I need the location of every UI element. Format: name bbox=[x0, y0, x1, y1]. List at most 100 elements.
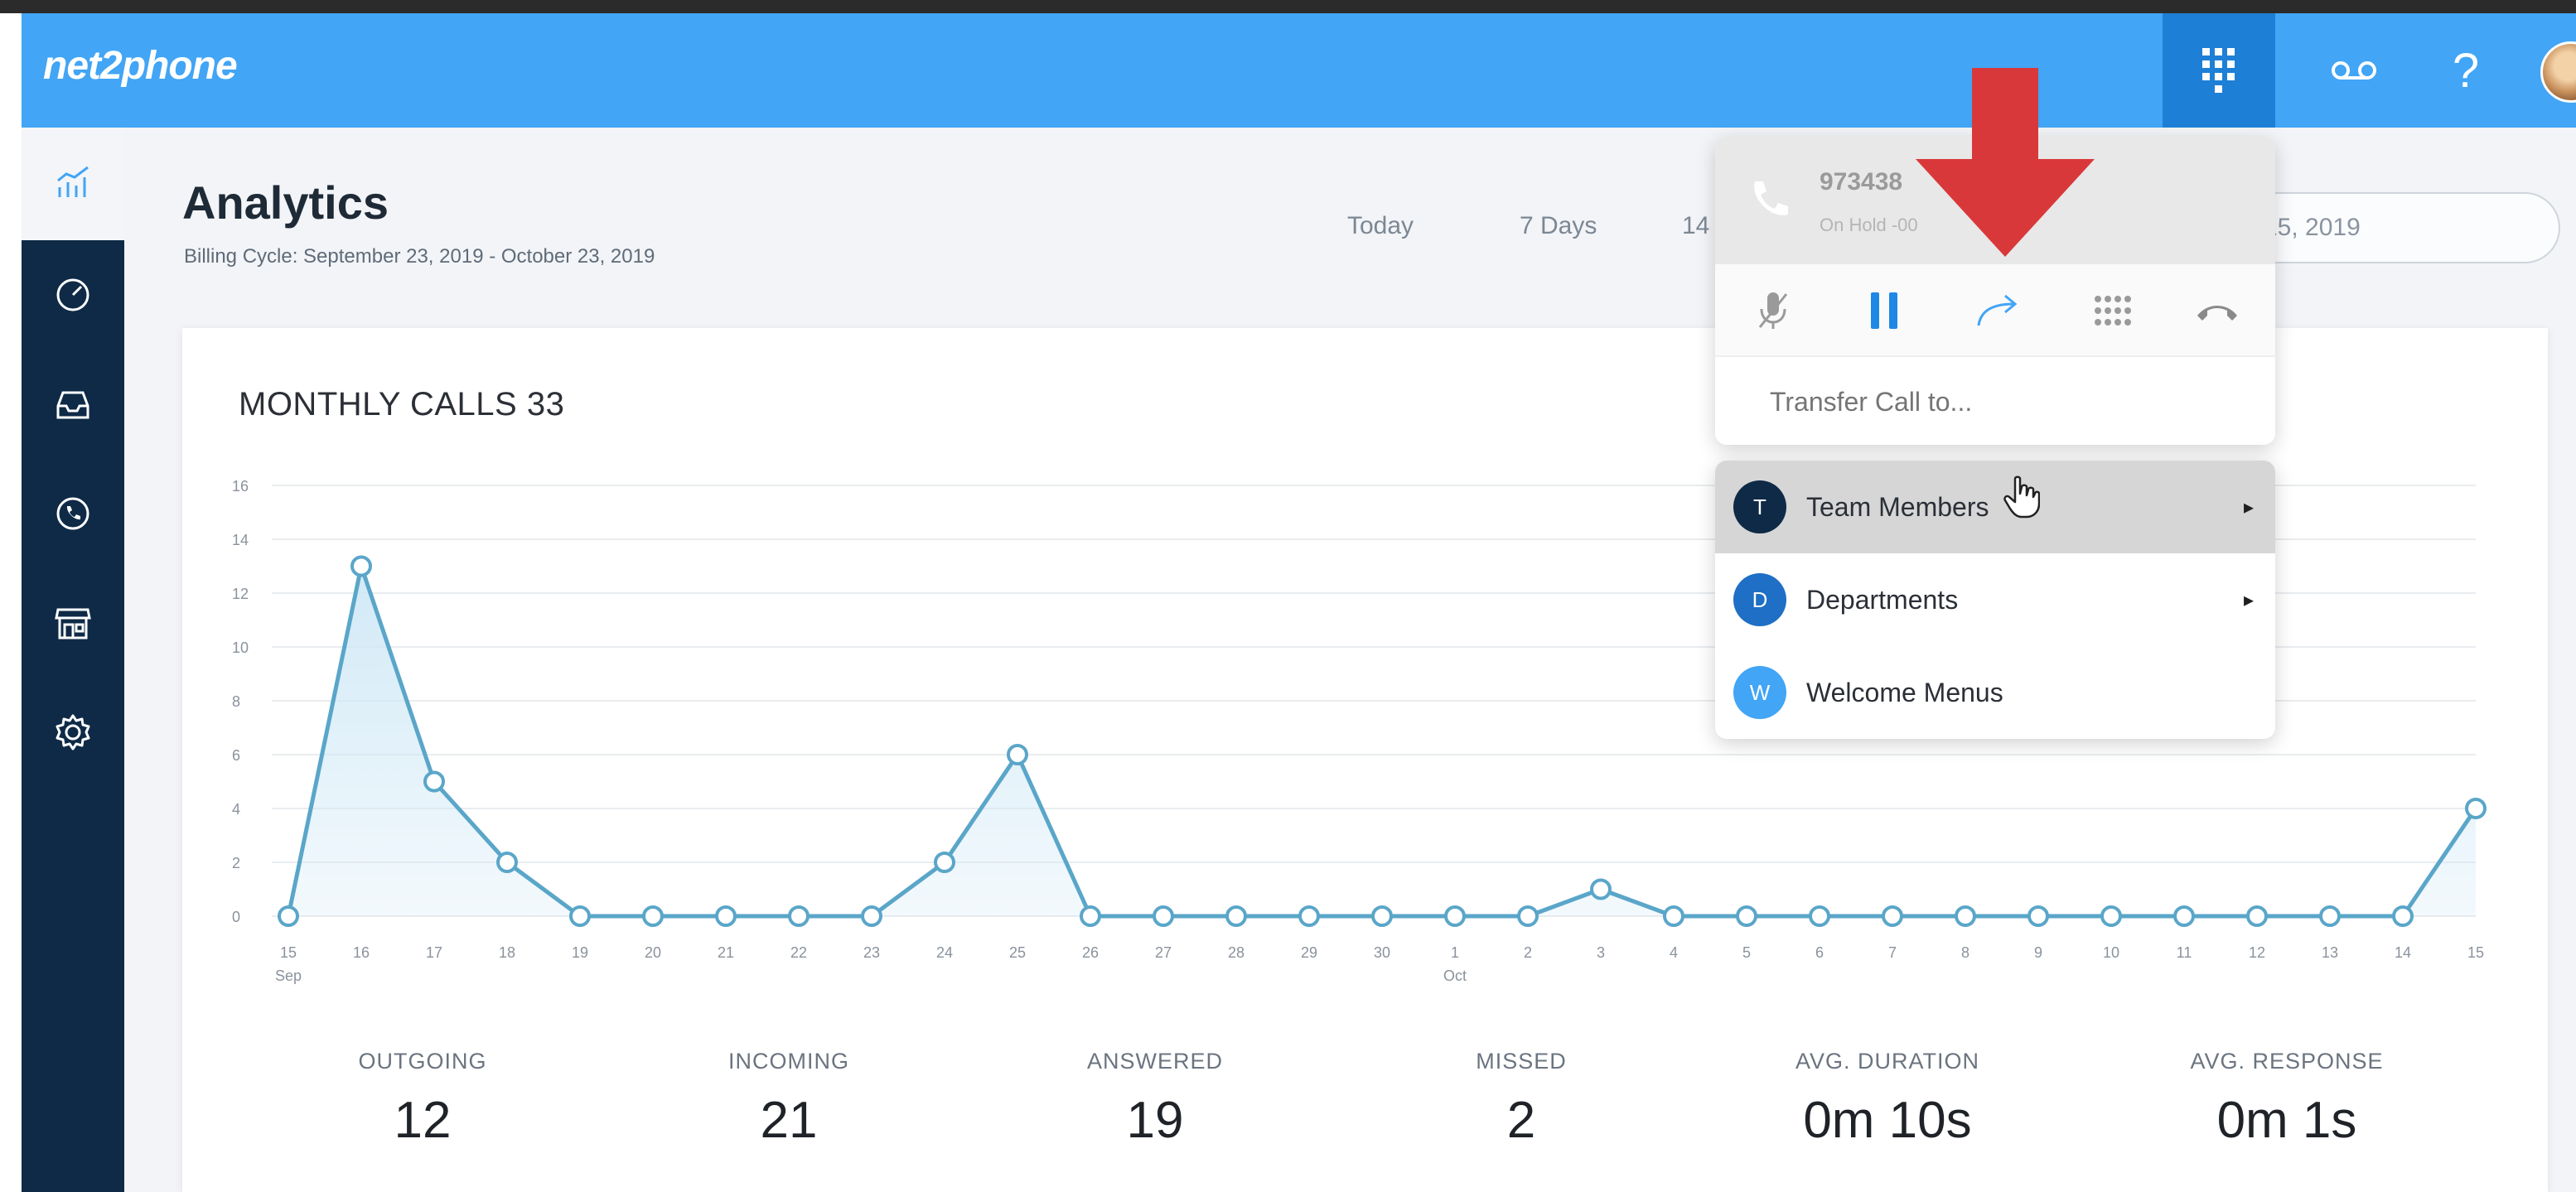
analytics-icon bbox=[57, 166, 89, 197]
menu-item-label: Departments bbox=[1806, 584, 1959, 615]
data-point bbox=[2392, 905, 2414, 927]
data-point bbox=[2100, 905, 2122, 927]
sidebar-item-inbox[interactable] bbox=[22, 350, 124, 459]
range-tab-7-days[interactable]: 7 Days bbox=[1520, 212, 1597, 240]
menu-item-departments[interactable]: D Departments ▸ bbox=[1715, 553, 2275, 646]
data-point bbox=[2027, 905, 2049, 927]
voicemail-button[interactable] bbox=[2308, 13, 2400, 128]
transfer-call-input[interactable] bbox=[1715, 359, 2275, 445]
x-tick-label: 2 bbox=[1524, 944, 1532, 961]
stat-answered: ANSWERED 19 bbox=[981, 1049, 1329, 1150]
x-tick-label: 8 bbox=[1961, 944, 1969, 961]
menu-item-label: Welcome Menus bbox=[1806, 677, 2003, 707]
range-tab-today[interactable]: Today bbox=[1347, 212, 1414, 240]
stat-label: ANSWERED bbox=[1086, 1049, 1223, 1074]
hold-button[interactable] bbox=[1834, 264, 1934, 357]
data-point bbox=[423, 770, 445, 793]
menu-item-team-members[interactable]: T Team Members ▸ bbox=[1715, 461, 2275, 553]
x-tick-label: 18 bbox=[499, 944, 515, 961]
data-point bbox=[496, 852, 518, 873]
x-tick-label: 24 bbox=[936, 944, 953, 961]
sidebar-item-analytics[interactable] bbox=[22, 128, 124, 240]
stat-value: 21 bbox=[760, 1092, 818, 1149]
phone-handset-icon bbox=[1754, 181, 1788, 215]
x-month-label: Sep bbox=[275, 968, 302, 984]
monthly-calls-card: MONTHLY CALLS 33 0 2 4 6 8 10 12 14 16 15 16 17 18 19… bbox=[182, 328, 2548, 1192]
x-tick-label: 15 bbox=[2467, 944, 2484, 961]
app-logo[interactable]: net2phone bbox=[43, 43, 238, 89]
inbox-icon bbox=[56, 391, 89, 419]
hang-up-icon bbox=[2197, 306, 2237, 321]
mute-button[interactable] bbox=[1723, 264, 1823, 357]
y-tick-label: 16 bbox=[232, 478, 249, 495]
stat-label: INCOMING bbox=[728, 1049, 849, 1074]
x-tick-label: 28 bbox=[1228, 944, 1245, 961]
store-icon bbox=[55, 608, 91, 639]
x-tick-label: 29 bbox=[1301, 944, 1317, 961]
data-point bbox=[934, 852, 955, 873]
call-dialpad-button[interactable] bbox=[2063, 264, 2163, 357]
menu-item-welcome-menus[interactable]: W Welcome Menus bbox=[1715, 646, 2275, 739]
data-point bbox=[1371, 905, 1393, 927]
y-tick-label: 0 bbox=[232, 909, 240, 925]
y-tick-label: 8 bbox=[232, 693, 240, 710]
dashboard-gauge-icon bbox=[56, 278, 89, 311]
sidebar-item-store[interactable] bbox=[22, 568, 124, 678]
stat-value: 0m 1s bbox=[2216, 1092, 2357, 1149]
data-point bbox=[1736, 905, 1757, 927]
stat-outgoing: OUTGOING 12 bbox=[249, 1049, 597, 1150]
x-tick-label: 9 bbox=[2034, 944, 2042, 961]
x-tick-label: 21 bbox=[718, 944, 734, 961]
help-button[interactable]: ? bbox=[2424, 13, 2507, 128]
x-tick-label: 23 bbox=[863, 944, 880, 961]
gear-icon bbox=[56, 714, 90, 750]
mute-microphone-icon bbox=[1758, 292, 1788, 329]
data-point bbox=[1517, 905, 1539, 927]
data-point bbox=[861, 905, 882, 927]
x-tick-label: 30 bbox=[1374, 944, 1390, 961]
stat-avg-response: AVG. RESPONSE 0m 1s bbox=[2113, 1049, 2461, 1150]
data-point bbox=[2173, 905, 2195, 927]
data-point bbox=[715, 905, 737, 927]
stat-incoming: INCOMING 21 bbox=[615, 1049, 963, 1150]
dialpad-button[interactable] bbox=[2163, 13, 2275, 128]
page-title: Analytics bbox=[182, 176, 389, 229]
data-point bbox=[350, 555, 372, 577]
stat-value: 2 bbox=[1506, 1092, 1536, 1149]
sidebar-item-analytics-inner bbox=[22, 128, 124, 237]
x-tick-label: 4 bbox=[1670, 944, 1678, 961]
x-tick-label: 16 bbox=[353, 944, 370, 961]
range-tab-14-days[interactable]: 14 bbox=[1682, 212, 1709, 240]
data-point bbox=[1298, 905, 1320, 927]
stat-label: AVG. RESPONSE bbox=[2190, 1049, 2384, 1074]
x-tick-label: 27 bbox=[1155, 944, 1172, 961]
x-tick-label: 26 bbox=[1082, 944, 1099, 961]
data-point bbox=[642, 905, 664, 927]
dialpad-icon bbox=[2095, 296, 2131, 326]
hang-up-button[interactable] bbox=[2168, 264, 2267, 357]
x-tick-label: 22 bbox=[790, 944, 807, 961]
data-point bbox=[569, 905, 591, 927]
y-tick-label: 14 bbox=[232, 532, 249, 548]
departments-badge: D bbox=[1733, 573, 1786, 626]
y-tick-label: 4 bbox=[232, 801, 240, 818]
sidebar-item-dashboard[interactable] bbox=[22, 240, 124, 350]
transfer-button[interactable] bbox=[1949, 264, 2048, 357]
user-avatar[interactable] bbox=[2540, 41, 2576, 103]
sidebar-item-settings[interactable] bbox=[22, 678, 124, 787]
x-tick-label: 13 bbox=[2322, 944, 2338, 961]
x-tick-label: 17 bbox=[426, 944, 442, 961]
data-point bbox=[1663, 905, 1684, 927]
x-tick-label: 20 bbox=[645, 944, 661, 961]
billing-cycle-text: Billing Cycle: September 23, 2019 - Octo… bbox=[184, 245, 655, 268]
app-window: net2phone ? Analytics Billing Cycle: Sep… bbox=[0, 0, 2576, 1192]
stat-label: MISSED bbox=[1476, 1049, 1567, 1074]
sidebar-item-calls[interactable] bbox=[22, 459, 124, 568]
y-tick-label: 12 bbox=[232, 586, 249, 602]
x-tick-label: 12 bbox=[2249, 944, 2265, 961]
data-point bbox=[1444, 905, 1466, 927]
welcome-menus-badge: W bbox=[1733, 666, 1786, 719]
x-tick-label: 14 bbox=[2395, 944, 2411, 961]
data-point bbox=[1153, 905, 1174, 927]
x-tick-label: 25 bbox=[1009, 944, 1026, 961]
